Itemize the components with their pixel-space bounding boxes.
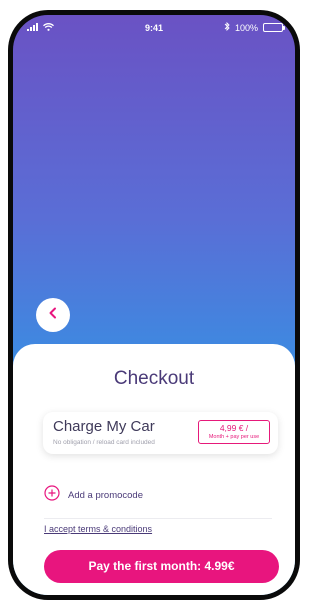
plan-card[interactable]: Charge My Car No obligation / reload car…: [43, 412, 278, 454]
bluetooth-icon: [224, 21, 230, 33]
plan-subtitle: No obligation / reload card included: [53, 439, 155, 446]
price-detail: Month + pay per use: [208, 434, 260, 440]
app-screen: 9:41 100% Checkout Charge My Car No obli…: [13, 15, 295, 595]
checkout-sheet: Checkout Charge My Car No obligation / r…: [13, 344, 295, 595]
promocode-label: Add a promocode: [68, 490, 143, 501]
plan-name: Charge My Car: [53, 418, 155, 435]
page-title: Checkout: [113, 368, 195, 389]
status-right: 100%: [224, 21, 285, 33]
chevron-left-icon: [48, 306, 58, 324]
plus-circle-icon: [44, 485, 60, 506]
battery-icon: [263, 23, 285, 32]
add-promocode-button[interactable]: Add a promocode: [44, 485, 143, 506]
divider: [44, 518, 272, 519]
status-bar: 9:41 100%: [13, 15, 295, 43]
phone-frame: 9:41 100% Checkout Charge My Car No obli…: [8, 10, 300, 600]
pay-button[interactable]: Pay the first month: 4.99€: [44, 550, 279, 583]
battery-percentage: 100%: [234, 22, 258, 33]
back-button[interactable]: [36, 298, 70, 332]
price-badge: 4,99 € / Month + pay per use: [198, 420, 270, 444]
price-value: 4,99 € /: [219, 423, 249, 433]
terms-link[interactable]: I accept terms & conditions: [44, 524, 152, 534]
